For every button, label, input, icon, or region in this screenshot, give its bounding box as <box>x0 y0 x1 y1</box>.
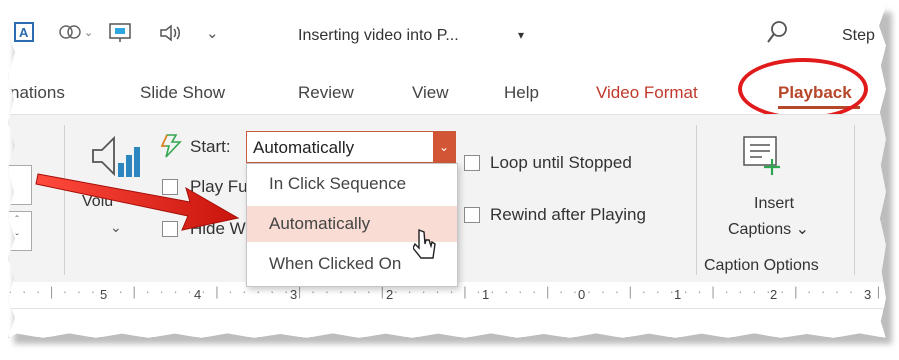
rewind-after-playing-label[interactable]: Rewind after Playing <box>490 205 646 225</box>
tab-review[interactable]: Review <box>298 83 354 103</box>
tab-help[interactable]: Help <box>504 83 539 103</box>
option-in-click-sequence[interactable]: In Click Sequence <box>247 166 457 202</box>
insert-captions-line1[interactable]: Insert <box>754 195 794 213</box>
caption-options-group-label: Caption Options <box>704 257 819 274</box>
start-dropdown-list: In Click Sequence Automatically When Cli… <box>246 163 458 287</box>
app-window: A ⌄ ⌄ Inserting video into P... ▾ Step n… <box>8 6 886 338</box>
ruler-mark: 4 <box>194 287 202 302</box>
highlight-ellipse <box>738 58 868 120</box>
ruler-mark: 3 <box>290 287 298 302</box>
loop-until-stopped-label[interactable]: Loop until Stopped <box>490 153 632 173</box>
ruler-mark: 5 <box>100 287 108 302</box>
group-separator <box>854 125 855 275</box>
mouse-cursor-icon <box>413 228 436 259</box>
ruler-mark: 2 <box>386 287 394 302</box>
group-separator <box>696 125 697 275</box>
ruler-mark: 1 <box>674 287 682 302</box>
insert-captions-line2[interactable]: Captions ⌄ <box>728 219 809 239</box>
start-value: Automatically <box>253 138 355 157</box>
annotation-arrow <box>35 173 240 231</box>
loop-until-stopped-checkbox[interactable] <box>464 155 480 171</box>
title-caret-icon[interactable]: ▾ <box>518 28 524 42</box>
start-dropdown-button[interactable]: ⌄ <box>433 132 455 162</box>
ruler-mark: 1 <box>482 287 490 302</box>
search-icon[interactable] <box>766 20 790 51</box>
start-combobox[interactable]: Automatically ⌄ <box>246 131 456 163</box>
document-title: Inserting video into P... <box>298 27 459 44</box>
ruler-mark: 3 <box>864 287 872 302</box>
tab-video-format[interactable]: Video Format <box>596 83 698 103</box>
ruler-mark: 0 <box>578 287 586 302</box>
insert-captions-icon[interactable] <box>742 135 782 180</box>
ruler-mark: 2 <box>770 287 778 302</box>
user-name[interactable]: Step <box>842 27 875 45</box>
rewind-after-playing-checkbox[interactable] <box>464 207 480 223</box>
tab-view[interactable]: View <box>412 83 449 103</box>
